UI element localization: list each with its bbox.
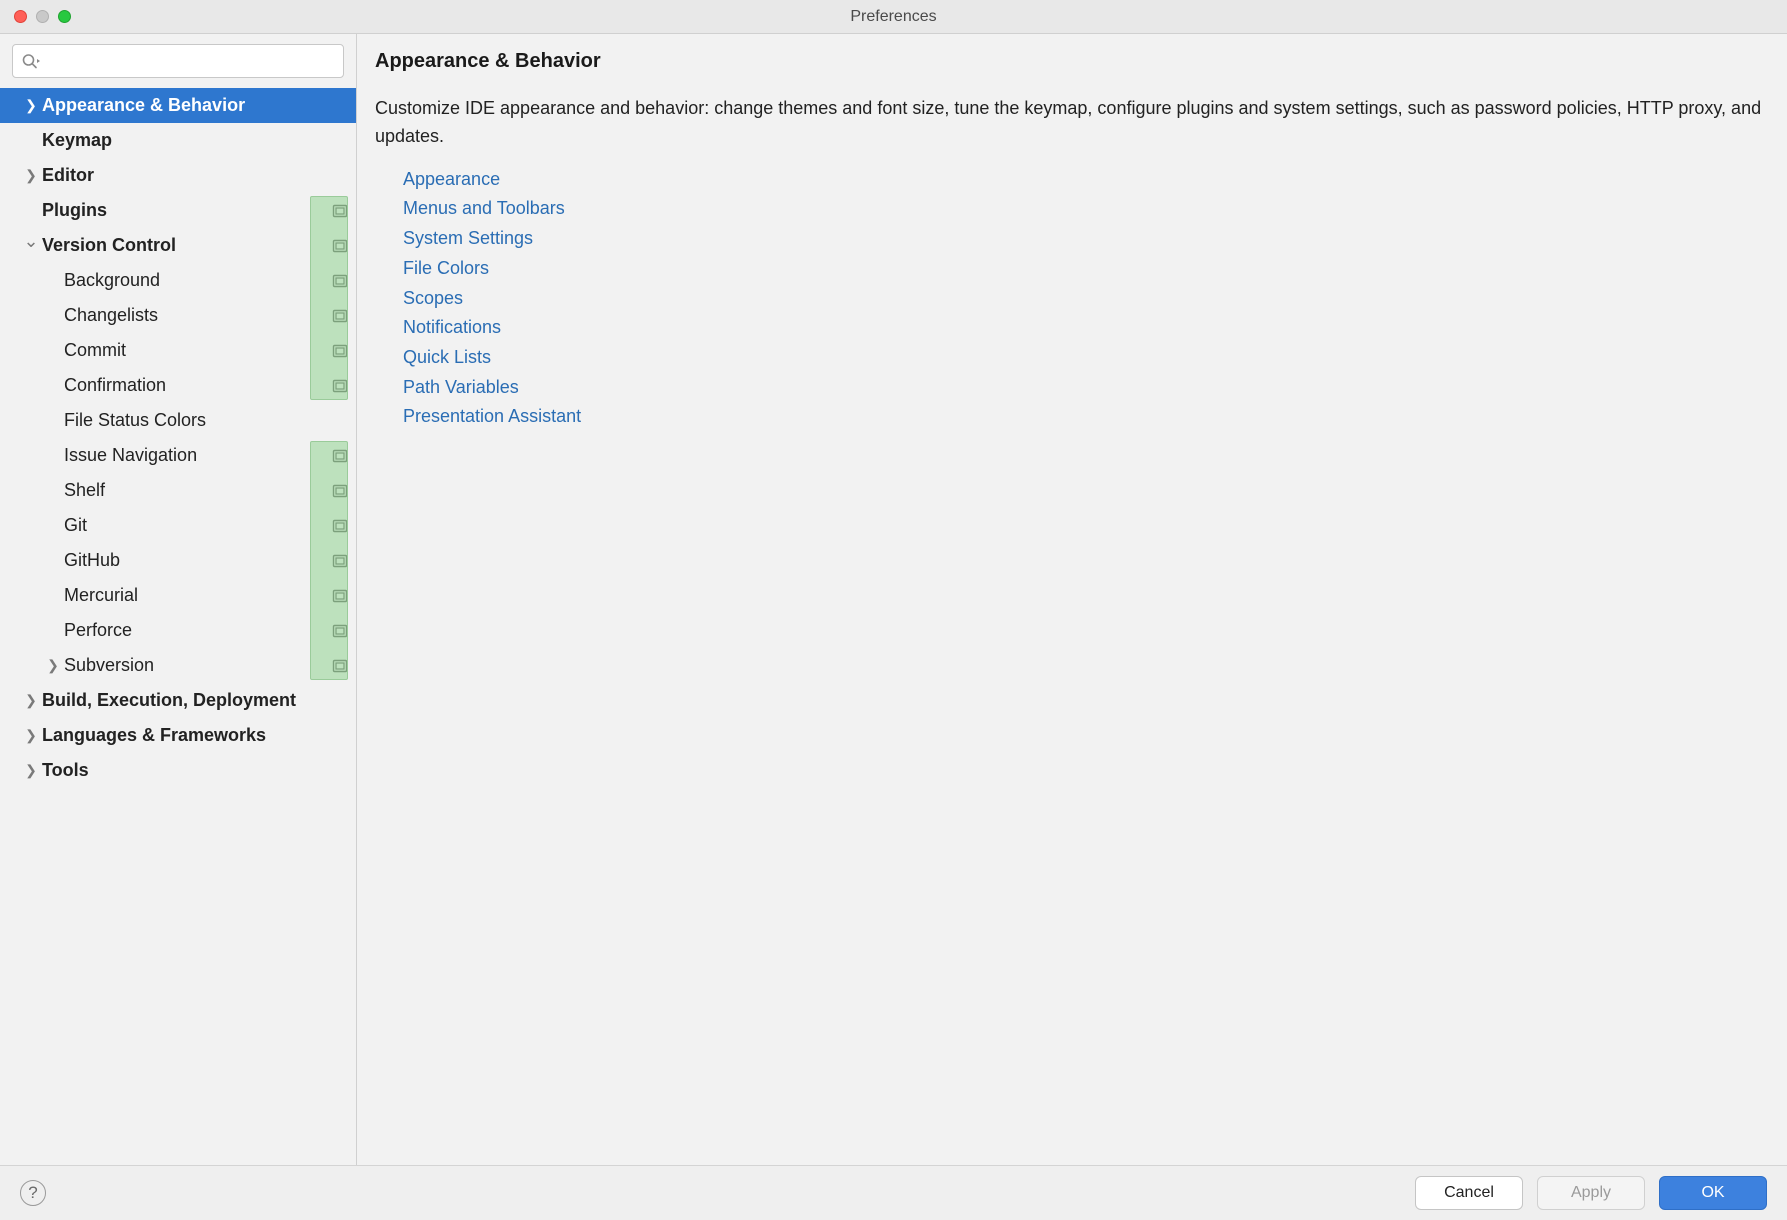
tree-item-label: Plugins (42, 200, 328, 221)
subpage-links: AppearanceMenus and ToolbarsSystem Setti… (375, 165, 1769, 432)
chevron-down-icon[interactable]: ⌄ (22, 231, 40, 252)
help-button[interactable]: ? (20, 1180, 46, 1206)
tree-item-label: Editor (42, 165, 348, 186)
tree-item-label: Shelf (64, 480, 328, 501)
settings-tree[interactable]: ❯Appearance & BehaviorKeymap❯EditorPlugi… (0, 86, 356, 1165)
minimize-icon[interactable] (36, 10, 49, 23)
search-icon (21, 52, 41, 70)
tree-row[interactable]: Background (0, 263, 356, 298)
dialog-footer: ? Cancel Apply OK (0, 1165, 1787, 1220)
tree-row[interactable]: GitHub (0, 543, 356, 578)
cancel-button[interactable]: Cancel (1415, 1176, 1523, 1210)
tree-item-label: Version Control (42, 235, 328, 256)
subpage-link[interactable]: Menus and Toolbars (403, 194, 1769, 224)
subpage-link[interactable]: Quick Lists (403, 343, 1769, 373)
tree-item-label: Git (64, 515, 328, 536)
project-level-icon (332, 309, 348, 323)
tree-item-label: Appearance & Behavior (42, 95, 348, 116)
tree-row[interactable]: Changelists (0, 298, 356, 333)
tree-item-label: Tools (42, 760, 348, 781)
subpage-link[interactable]: Presentation Assistant (403, 402, 1769, 432)
tree-row[interactable]: ❯Languages & Frameworks (0, 718, 356, 753)
tree-item-label: File Status Colors (64, 410, 348, 431)
project-level-icon (332, 589, 348, 603)
chevron-right-icon[interactable]: ❯ (44, 657, 62, 674)
tree-row[interactable]: Confirmation (0, 368, 356, 403)
project-level-icon (332, 519, 348, 533)
apply-button: Apply (1537, 1176, 1645, 1210)
tree-row[interactable]: Git (0, 508, 356, 543)
chevron-right-icon[interactable]: ❯ (22, 167, 40, 184)
tree-row[interactable]: Issue Navigation (0, 438, 356, 473)
subpage-link[interactable]: System Settings (403, 224, 1769, 254)
subpage-link[interactable]: Path Variables (403, 373, 1769, 403)
project-level-icon (332, 449, 348, 463)
project-level-icon (332, 554, 348, 568)
tree-row[interactable]: Shelf (0, 473, 356, 508)
chevron-right-icon[interactable]: ❯ (22, 762, 40, 779)
window-controls (0, 10, 71, 23)
tree-row[interactable]: ❯Tools (0, 753, 356, 788)
tree-row[interactable]: ⌄Version Control (0, 228, 356, 263)
tree-item-label: Mercurial (64, 585, 328, 606)
project-level-icon (332, 659, 348, 673)
tree-row[interactable]: ❯Subversion (0, 648, 356, 683)
tree-row[interactable]: Perforce (0, 613, 356, 648)
titlebar: Preferences (0, 0, 1787, 34)
page-description: Customize IDE appearance and behavior: c… (375, 95, 1769, 151)
chevron-right-icon[interactable]: ❯ (22, 97, 40, 114)
close-icon[interactable] (14, 10, 27, 23)
tree-item-label: Build, Execution, Deployment (42, 690, 348, 711)
project-level-icon (332, 204, 348, 218)
tree-row[interactable]: ❯Editor (0, 158, 356, 193)
search-input[interactable] (43, 52, 335, 70)
subpage-link[interactable]: Appearance (403, 165, 1769, 195)
tree-item-label: Background (64, 270, 328, 291)
search-wrap (0, 34, 356, 86)
chevron-right-icon[interactable]: ❯ (22, 727, 40, 744)
zoom-icon[interactable] (58, 10, 71, 23)
tree-row[interactable]: ❯Build, Execution, Deployment (0, 683, 356, 718)
tree-row[interactable]: Keymap (0, 123, 356, 158)
subpage-link[interactable]: Notifications (403, 313, 1769, 343)
search-box[interactable] (12, 44, 344, 78)
tree-item-label: Changelists (64, 305, 328, 326)
project-level-icon (332, 379, 348, 393)
sidebar: ❯Appearance & BehaviorKeymap❯EditorPlugi… (0, 34, 357, 1165)
tree-item-label: Issue Navigation (64, 445, 328, 466)
tree-row[interactable]: Mercurial (0, 578, 356, 613)
project-level-icon (332, 344, 348, 358)
ok-button[interactable]: OK (1659, 1176, 1767, 1210)
tree-row[interactable]: ❯Appearance & Behavior (0, 88, 356, 123)
page-title: Appearance & Behavior (375, 50, 1769, 73)
tree-item-label: Keymap (42, 130, 348, 151)
project-level-icon (332, 274, 348, 288)
detail-pane: Appearance & Behavior Customize IDE appe… (357, 34, 1787, 1165)
tree-item-label: Commit (64, 340, 328, 361)
tree-row[interactable]: File Status Colors (0, 403, 356, 438)
project-level-icon (332, 484, 348, 498)
subpage-link[interactable]: File Colors (403, 254, 1769, 284)
project-level-icon (332, 624, 348, 638)
tree-item-label: Perforce (64, 620, 328, 641)
tree-item-label: GitHub (64, 550, 328, 571)
tree-row[interactable]: Commit (0, 333, 356, 368)
project-level-icon (332, 239, 348, 253)
tree-item-label: Confirmation (64, 375, 328, 396)
subpage-link[interactable]: Scopes (403, 284, 1769, 314)
chevron-right-icon[interactable]: ❯ (22, 692, 40, 709)
window-title: Preferences (0, 8, 1787, 26)
tree-item-label: Languages & Frameworks (42, 725, 348, 746)
tree-item-label: Subversion (64, 655, 328, 676)
tree-row[interactable]: Plugins (0, 193, 356, 228)
content-split: ❯Appearance & BehaviorKeymap❯EditorPlugi… (0, 34, 1787, 1165)
